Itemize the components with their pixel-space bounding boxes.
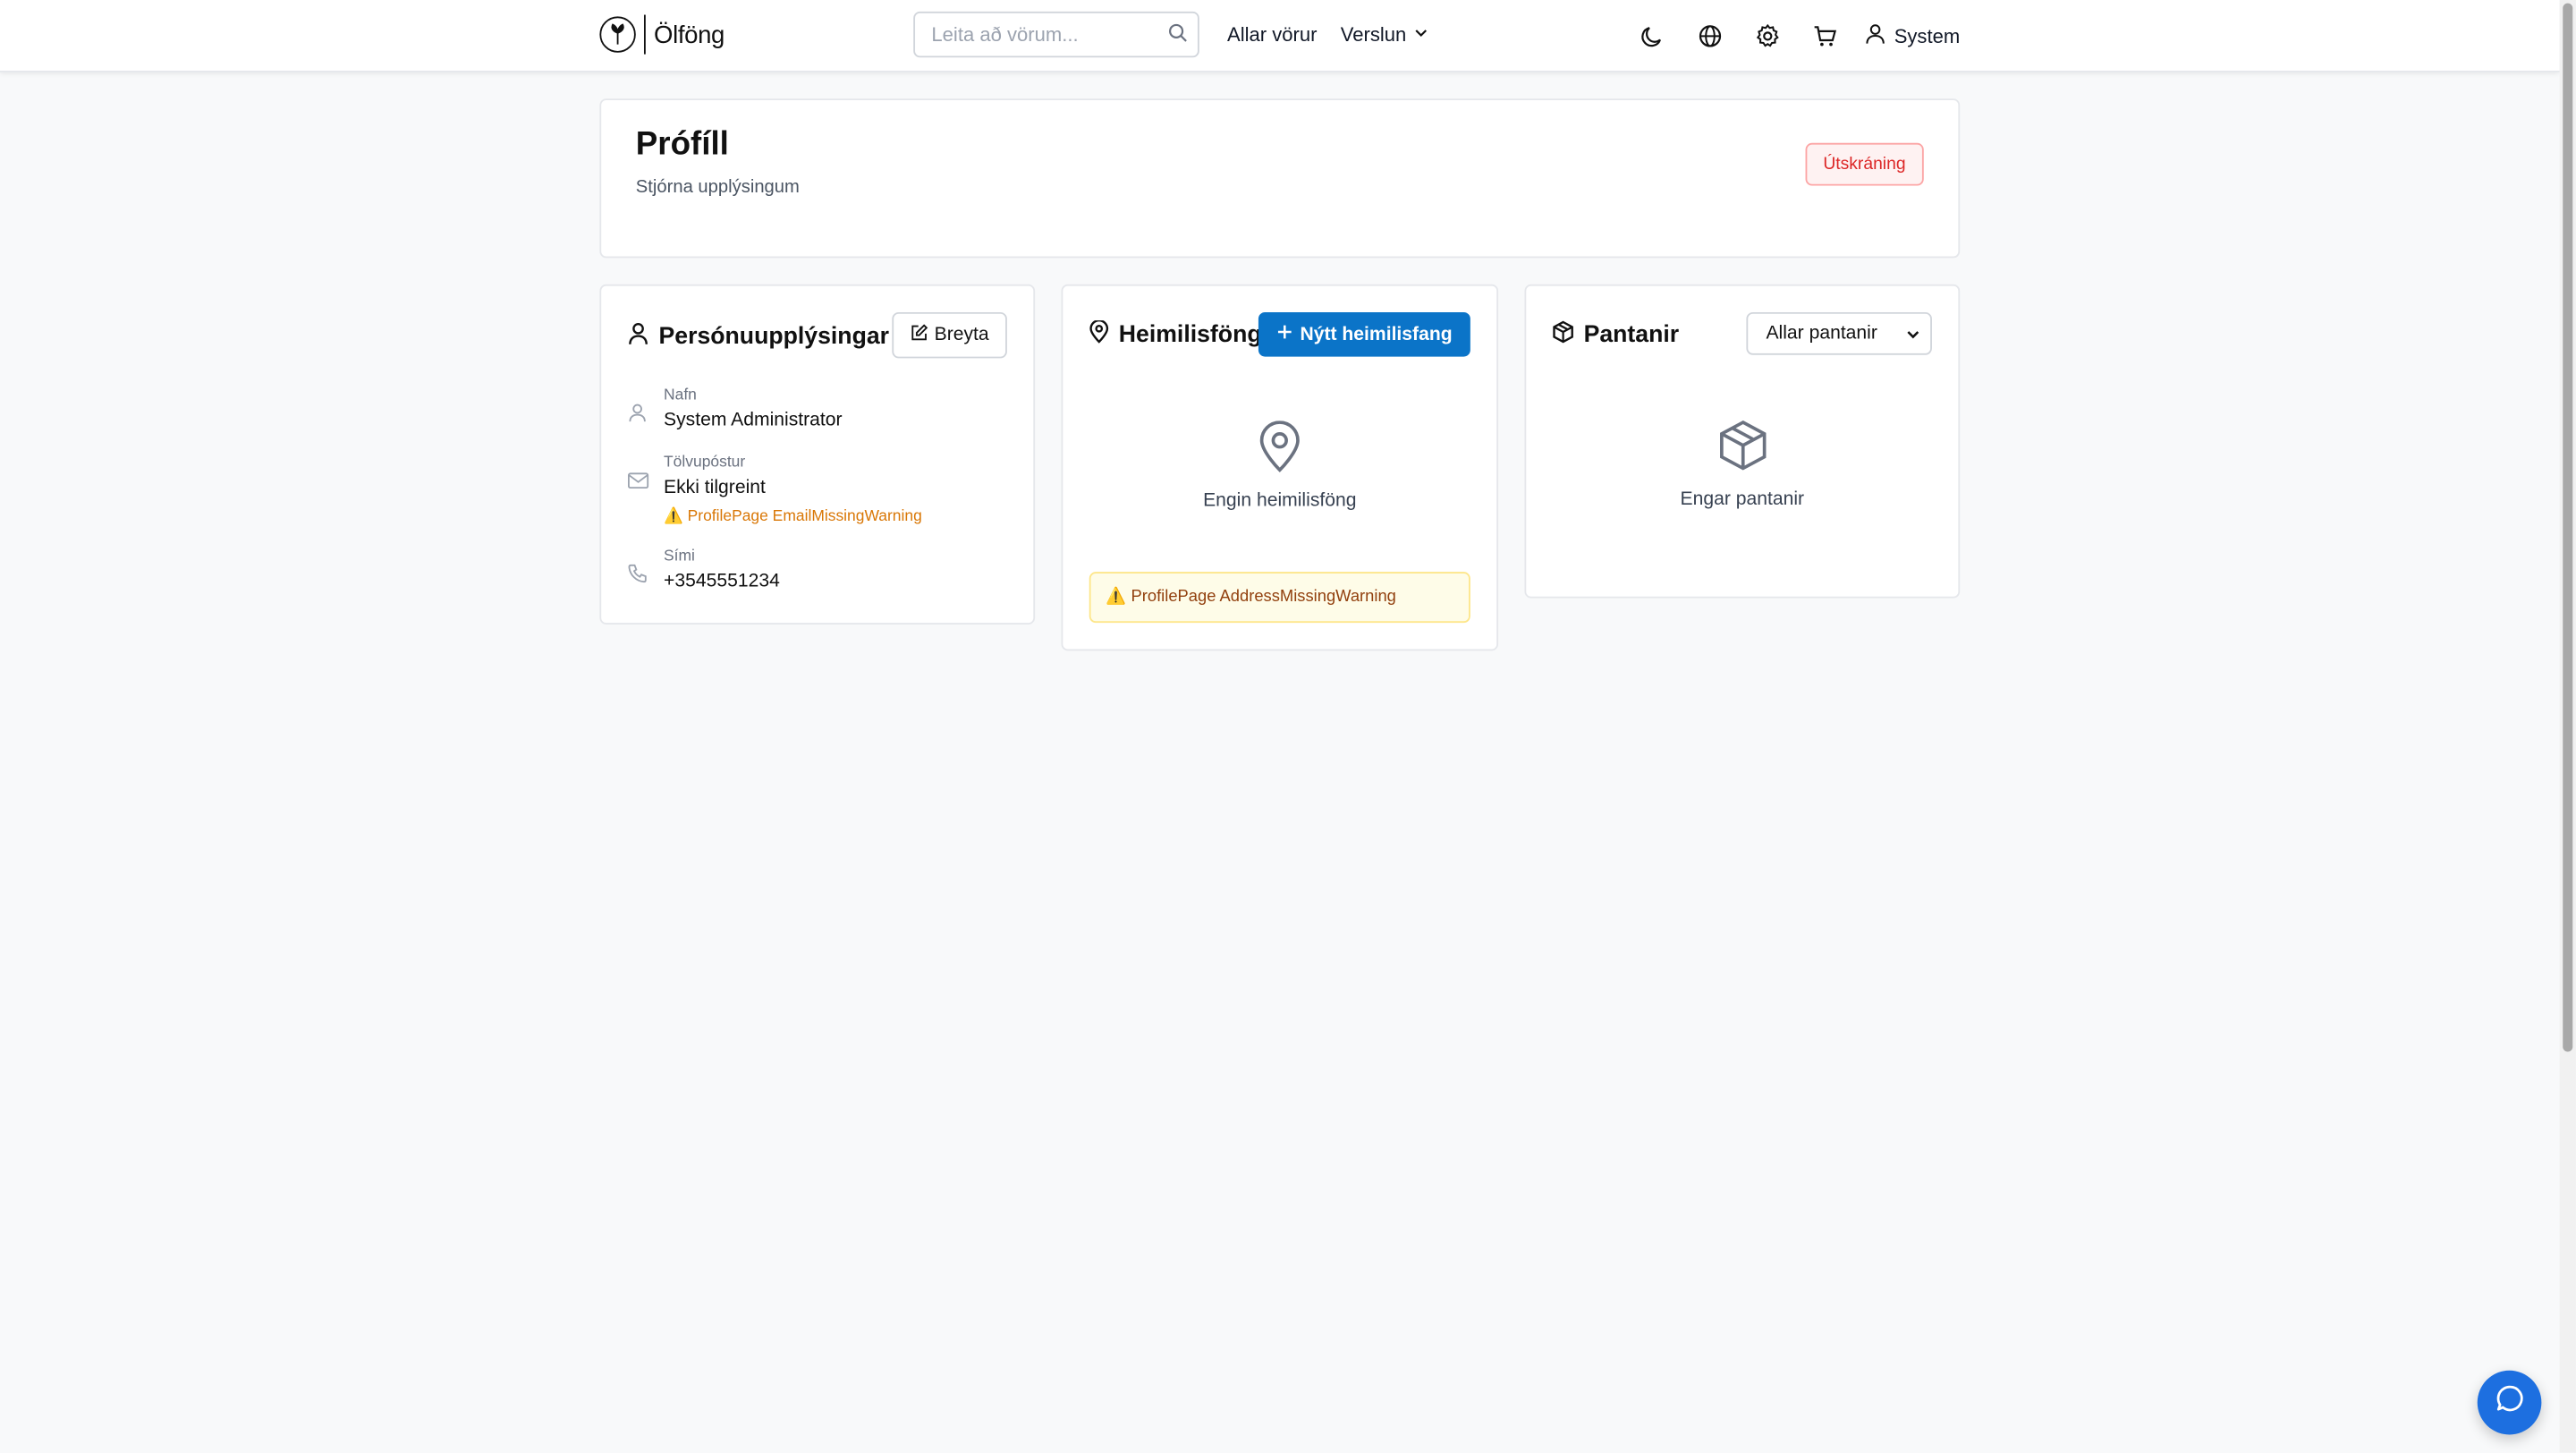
search-box <box>913 11 1199 58</box>
orders-title: Pantanir <box>1583 321 1680 349</box>
personal-info-card: Persónuupplýsingar Breyta Nafn System Ad… <box>599 284 1036 625</box>
plus-icon <box>1277 324 1293 345</box>
chevron-down-icon <box>1906 327 1921 347</box>
edit-button[interactable]: Breyta <box>891 311 1007 359</box>
addresses-empty-text: Engin heimilisföng <box>1203 491 1357 512</box>
logo-text: Ölföng <box>654 20 724 49</box>
dark-mode-moon-icon[interactable] <box>1640 23 1665 49</box>
email-warning: ⚠️ ProfilePage EmailMissingWarning <box>664 505 922 531</box>
scrollbar-thumb[interactable] <box>2563 3 2573 1052</box>
profile-header-card: Prófíll Stjórna upplýsingum Útskráning <box>599 98 1961 259</box>
user-icon <box>1865 23 1886 49</box>
email-field: Tölvupóstur Ekki tilgreint ⚠️ ProfilePag… <box>627 453 922 531</box>
search-icon[interactable] <box>1168 21 1188 51</box>
person-icon <box>628 322 649 352</box>
new-address-button[interactable]: Nýtt heimilisfang <box>1258 311 1470 357</box>
orders-empty-state: Engar pantanir <box>1526 419 1958 509</box>
new-address-label: Nýtt heimilisfang <box>1300 324 1453 344</box>
orders-card: Pantanir Allar pantanir Engar pantanir <box>1524 284 1961 599</box>
orders-filter-value: Allar pantanir <box>1766 323 1877 344</box>
page-scrollbar[interactable] <box>2559 0 2576 1453</box>
name-label: Nafn <box>664 386 697 404</box>
personal-info-heading: Persónuupplýsingar <box>628 322 889 352</box>
addresses-heading: Heimilisföng <box>1089 319 1262 350</box>
orders-filter-select[interactable]: Allar pantanir <box>1746 311 1932 355</box>
chat-bubble-icon <box>2495 1384 2524 1422</box>
name-value: System Administrator <box>664 411 843 431</box>
user-name: System <box>1894 24 1961 48</box>
address-warning: ⚠️ ProfilePage AddressMissingWarning <box>1089 572 1470 624</box>
nav-all-products[interactable]: Allar vörur <box>1227 23 1317 47</box>
top-navbar: Ölföng Allar vörur Verslun <box>0 0 2560 72</box>
email-label: Tölvupóstur <box>664 453 746 472</box>
user-menu[interactable]: System <box>1865 23 1961 49</box>
language-globe-icon[interactable] <box>1697 23 1723 49</box>
logo[interactable]: Ölföng <box>599 14 724 55</box>
phone-field: Sími +3545551234 <box>628 548 780 597</box>
edit-icon <box>910 324 928 347</box>
cart-icon[interactable] <box>1812 23 1838 49</box>
phone-value: +3545551234 <box>664 572 780 592</box>
logout-button[interactable]: Útskráning <box>1805 142 1924 186</box>
page-title: Prófíll <box>635 126 729 163</box>
name-user-icon <box>628 401 651 436</box>
settings-gear-icon[interactable] <box>1755 23 1781 49</box>
page-subtitle: Stjórna upplýsingum <box>635 177 800 198</box>
nav-shop-dropdown[interactable]: Verslun <box>1340 22 1429 47</box>
phone-label: Sími <box>664 547 695 565</box>
addresses-title: Heimilisföng <box>1118 321 1262 349</box>
warning-icon: ⚠️ <box>1106 588 1126 607</box>
mail-icon <box>627 468 651 531</box>
logo-divider <box>643 14 646 55</box>
nav-shop-label: Verslun <box>1340 22 1407 47</box>
map-pin-icon <box>1089 319 1109 350</box>
email-warning-text: ProfilePage EmailMissingWarning <box>687 507 922 526</box>
package-large-icon <box>1717 420 1767 478</box>
orders-heading: Pantanir <box>1553 320 1679 350</box>
personal-info-title: Persónuupplýsingar <box>658 323 890 351</box>
warning-icon: ⚠️ <box>664 507 683 526</box>
package-icon <box>1553 320 1574 350</box>
edit-label: Breyta <box>934 325 989 345</box>
orders-empty-text: Engar pantanir <box>1680 489 1805 510</box>
phone-icon <box>628 562 651 597</box>
address-warning-text: ProfilePage AddressMissingWarning <box>1131 588 1396 607</box>
search-input[interactable] <box>915 13 1162 56</box>
addresses-empty-state: Engin heimilisföng <box>1063 421 1496 511</box>
name-field: Nafn System Administrator <box>628 387 843 436</box>
logo-mark-icon <box>599 16 636 53</box>
chevron-down-icon <box>1413 23 1429 47</box>
email-value: Ekki tilgreint <box>664 478 766 498</box>
map-pin-large-icon <box>1257 421 1302 480</box>
chat-button[interactable] <box>2477 1370 2542 1435</box>
addresses-card: Heimilisföng Nýtt heimilisfang Engin hei… <box>1061 284 1499 651</box>
